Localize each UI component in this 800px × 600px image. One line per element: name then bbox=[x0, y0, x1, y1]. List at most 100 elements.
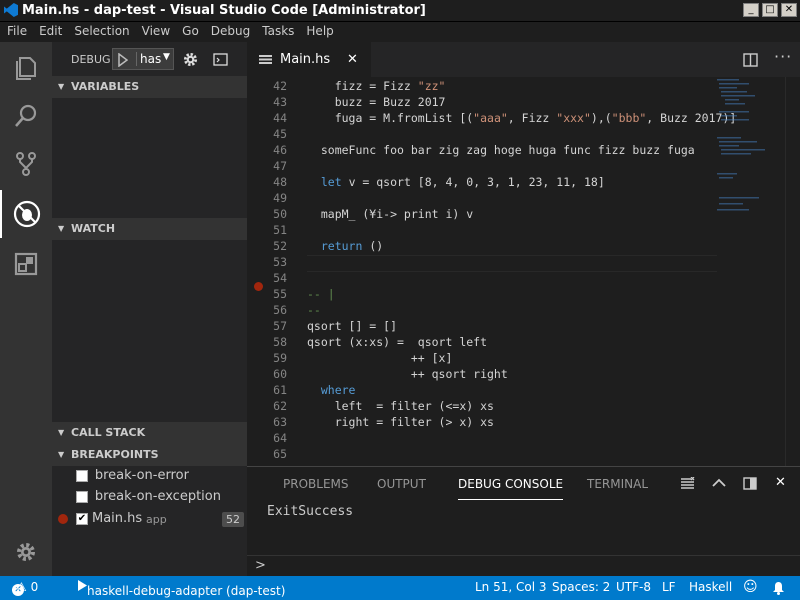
code-line: someFunc foo bar zig zag hoge huga func … bbox=[307, 143, 695, 157]
breakpoint-item[interactable]: break-on-error bbox=[76, 468, 246, 486]
notifications-bell-icon[interactable] bbox=[772, 581, 785, 595]
menu-file[interactable]: File bbox=[0, 22, 33, 38]
code-line: qsort [] = [] bbox=[307, 319, 398, 333]
breakpoint-item[interactable]: break-on-exception bbox=[76, 489, 246, 507]
title-bar: Main.hs - dap-test - Visual Studio Code … bbox=[0, 0, 800, 22]
extensions-icon[interactable] bbox=[0, 240, 52, 288]
breakpoints-section-header[interactable]: ▼ BREAKPOINTS bbox=[52, 444, 247, 466]
debug-adapter-status[interactable]: haskell-debug-adapter (dap-test) bbox=[78, 580, 285, 598]
chevron-down-icon: ▼ bbox=[163, 52, 170, 62]
status-bar: ✕ 0 ⚠ 0 haskell-debug-adapter (dap-test)… bbox=[0, 576, 800, 600]
chevron-up-icon[interactable] bbox=[712, 478, 726, 488]
maximize-button[interactable]: □ bbox=[762, 3, 778, 17]
breakpoints-label: BREAKPOINTS bbox=[71, 448, 159, 461]
tab-main-hs[interactable]: Main.hs ✕ bbox=[247, 42, 371, 77]
line-number: 63 bbox=[273, 415, 287, 429]
breakpoint-label: break-on-exception bbox=[94, 489, 221, 504]
menu-selection[interactable]: Selection bbox=[68, 22, 135, 38]
callstack-label: CALL STACK bbox=[71, 426, 146, 439]
checked-checkbox[interactable]: ✔ bbox=[76, 513, 88, 525]
explorer-icon[interactable] bbox=[0, 44, 52, 92]
callstack-section-header[interactable]: ▼ CALL STACK bbox=[52, 422, 247, 444]
debug-config-select[interactable]: has ▼ bbox=[112, 48, 174, 70]
menu-edit[interactable]: Edit bbox=[33, 22, 68, 38]
code-line: ++ qsort right bbox=[307, 367, 508, 381]
cursor-position[interactable]: Ln 51, Col 3 bbox=[475, 580, 547, 594]
more-actions-icon[interactable]: ··· bbox=[774, 47, 792, 66]
line-number: 56 bbox=[273, 303, 287, 317]
minimize-button[interactable]: _ bbox=[743, 3, 759, 17]
language-mode[interactable]: Haskell bbox=[689, 580, 732, 594]
code-line: mapM_ (¥i-> print i) v bbox=[307, 207, 474, 221]
menu-tasks[interactable]: Tasks bbox=[256, 22, 300, 38]
variables-label: VARIABLES bbox=[71, 80, 140, 93]
code-line: where bbox=[320, 383, 356, 397]
breakpoint-item[interactable]: ✔ Main.hs app 52 bbox=[58, 511, 244, 529]
tab-output[interactable]: OUTPUT bbox=[377, 467, 426, 501]
problems-status[interactable]: ✕ 0 ⚠ 0 bbox=[12, 580, 38, 598]
debug-icon[interactable] bbox=[0, 190, 52, 238]
menu-go[interactable]: Go bbox=[176, 22, 205, 38]
tab-debug-console[interactable]: DEBUG CONSOLE bbox=[458, 467, 564, 500]
watch-label: WATCH bbox=[71, 222, 116, 235]
debug-config-value: has bbox=[136, 52, 161, 66]
close-panel-icon[interactable]: ✕ bbox=[775, 475, 786, 490]
console-input[interactable]: > bbox=[247, 555, 800, 577]
minimap[interactable] bbox=[717, 77, 783, 237]
search-icon[interactable] bbox=[0, 92, 52, 140]
encoding[interactable]: UTF-8 bbox=[616, 580, 651, 594]
indentation[interactable]: Spaces: 2 bbox=[552, 580, 610, 594]
code-line: qsort (x:xs) = qsort left bbox=[307, 335, 488, 349]
toggle-panel-icon[interactable] bbox=[743, 477, 757, 490]
split-editor-icon[interactable] bbox=[743, 53, 758, 67]
menu-view[interactable]: View bbox=[136, 22, 176, 38]
feedback-smiley-icon[interactable]: ☺ bbox=[743, 579, 758, 595]
code-line: ++ [x] bbox=[307, 351, 453, 365]
line-number: 62 bbox=[273, 399, 287, 413]
code-line: -- | bbox=[307, 287, 335, 301]
line-number: 54 bbox=[273, 271, 287, 285]
code-line: fuga = M.fromList [("aaa", Fizz "xxx"),(… bbox=[307, 111, 737, 125]
clear-console-icon[interactable] bbox=[680, 477, 695, 491]
code-editor[interactable]: 42 fizz = Fizz "zz" 43 buzz = Buzz 2017 44… bbox=[247, 77, 800, 466]
breakpoint-label: Main.hs bbox=[92, 511, 143, 526]
tab-label: Main.hs bbox=[280, 52, 331, 67]
tab-problems[interactable]: PROBLEMS bbox=[283, 467, 349, 501]
code-line: let v = qsort [8, 4, 0, 3, 1, 23, 11, 18… bbox=[320, 175, 605, 189]
triangle-down-icon: ▼ bbox=[58, 224, 65, 233]
adapter-label: haskell-debug-adapter (dap-test) bbox=[87, 584, 286, 598]
line-number: 58 bbox=[273, 335, 287, 349]
menu-help[interactable]: Help bbox=[300, 22, 339, 38]
checkbox[interactable] bbox=[76, 469, 88, 482]
debug-console-icon[interactable] bbox=[213, 53, 228, 66]
line-number: 43 bbox=[273, 95, 287, 109]
line-number: 49 bbox=[273, 191, 287, 205]
vscode-logo-icon bbox=[4, 3, 18, 17]
menu-debug[interactable]: Debug bbox=[205, 22, 256, 38]
code-line: -- bbox=[307, 303, 321, 317]
error-count: 0 bbox=[12, 584, 20, 598]
source-control-icon[interactable] bbox=[0, 140, 52, 188]
watch-section-header[interactable]: ▼ WATCH bbox=[52, 218, 247, 240]
triangle-down-icon: ▼ bbox=[58, 428, 65, 437]
line-number: 65 bbox=[273, 447, 287, 461]
breakpoint-dot-icon bbox=[58, 514, 68, 524]
close-tab-icon[interactable]: ✕ bbox=[347, 42, 358, 77]
vertical-scrollbar[interactable] bbox=[785, 77, 800, 466]
checkbox[interactable] bbox=[76, 490, 88, 503]
end-of-line[interactable]: LF bbox=[662, 580, 676, 594]
line-number: 50 bbox=[273, 207, 287, 221]
tab-terminal[interactable]: TERMINAL bbox=[587, 467, 648, 501]
debug-toolbar: DEBUG has ▼ bbox=[52, 42, 247, 76]
close-window-button[interactable]: ✕ bbox=[781, 3, 797, 17]
line-number: 53 bbox=[273, 255, 287, 269]
file-icon bbox=[259, 55, 272, 64]
line-number: 61 bbox=[273, 383, 287, 397]
variables-section-header[interactable]: ▼ VARIABLES bbox=[52, 76, 247, 98]
debug-settings-icon[interactable] bbox=[183, 52, 198, 67]
console-prompt: > bbox=[255, 558, 266, 573]
start-debug-icon[interactable] bbox=[118, 53, 128, 67]
gear-icon[interactable] bbox=[0, 528, 52, 576]
line-number: 64 bbox=[273, 431, 287, 445]
line-number: 59 bbox=[273, 351, 287, 365]
